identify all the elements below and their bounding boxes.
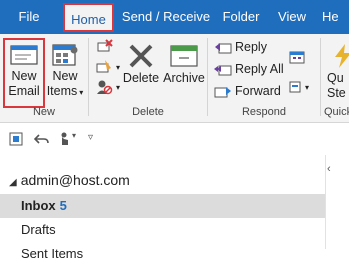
reply-button[interactable]: Reply bbox=[214, 37, 267, 57]
meeting-button[interactable] bbox=[288, 46, 309, 66]
touch-mode-button[interactable]: ▾ bbox=[58, 131, 76, 152]
group-label-new: New bbox=[32, 106, 55, 118]
new-email-line1: New bbox=[11, 69, 37, 83]
archive-icon bbox=[170, 45, 198, 67]
folder-name: Inbox bbox=[21, 198, 56, 213]
quick-steps-button[interactable]: Qu Ste bbox=[327, 38, 349, 108]
new-email-line2: Email bbox=[8, 84, 40, 98]
tab-send-receive[interactable]: Send / Receive bbox=[119, 0, 213, 34]
ribbon-group-new: New Email New Items ▾ New bbox=[0, 34, 88, 122]
clean-up-icon bbox=[96, 59, 111, 73]
chevron-down-icon: ▾ bbox=[305, 83, 310, 92]
reply-all-button[interactable]: Reply All bbox=[214, 59, 284, 79]
group-label-delete: Delete bbox=[132, 106, 164, 118]
new-items-icon bbox=[52, 44, 78, 66]
delete-x-icon bbox=[129, 44, 153, 68]
junk-button[interactable]: ▾ bbox=[95, 76, 120, 96]
ignore-icon bbox=[97, 38, 113, 52]
folder-name: Drafts bbox=[21, 222, 56, 237]
new-items-line1: New bbox=[52, 69, 78, 83]
forward-button[interactable]: Forward bbox=[214, 81, 281, 101]
clean-up-button[interactable]: ▾ bbox=[95, 56, 120, 76]
account-email: admin@host.com bbox=[20, 172, 130, 188]
more-respond-icon bbox=[289, 81, 301, 93]
unread-count-badge: 5 bbox=[59, 198, 67, 213]
account-header[interactable]: ◢ admin@host.com bbox=[9, 172, 130, 188]
tab-help[interactable]: He bbox=[322, 0, 349, 34]
ribbon-group-respond: Reply Reply All Forward ▾ Respond bbox=[208, 34, 320, 122]
ribbon-group-quick-steps: Qu Ste Quick bbox=[321, 34, 349, 122]
folder-drafts[interactable]: Drafts bbox=[0, 218, 325, 242]
delete-button[interactable]: Delete bbox=[122, 38, 160, 108]
expand-triangle-icon: ◢ bbox=[9, 177, 17, 188]
send-receive-all-button[interactable] bbox=[8, 131, 24, 152]
quick-steps-line1: Qu bbox=[327, 71, 344, 85]
menu-bar: File Home Send / Receive Folder View He bbox=[0, 0, 349, 34]
delete-label: Delete bbox=[122, 71, 160, 85]
folder-sent-items[interactable]: Sent Items bbox=[0, 242, 325, 266]
group-label-quick-steps: Quick bbox=[324, 106, 349, 118]
reply-icon bbox=[215, 42, 232, 54]
undo-button[interactable] bbox=[33, 131, 50, 152]
archive-label: Archive bbox=[163, 71, 205, 85]
new-email-button[interactable]: New Email bbox=[3, 38, 45, 108]
new-items-line2: Items bbox=[46, 84, 78, 98]
chevron-down-icon: ▾ bbox=[116, 83, 121, 92]
meeting-icon bbox=[289, 51, 305, 64]
undo-icon bbox=[33, 134, 49, 144]
reply-all-label: Reply All bbox=[235, 62, 284, 76]
more-respond-button[interactable]: ▾ bbox=[288, 76, 309, 96]
customize-icon: ▿ bbox=[88, 132, 94, 143]
ribbon-group-delete: ▾ ▾ Delete Archive Delete bbox=[89, 34, 207, 122]
pane-divider bbox=[325, 155, 326, 249]
tab-home[interactable]: Home bbox=[63, 3, 114, 32]
quick-access-toolbar: ▾ ▿ bbox=[0, 123, 349, 155]
chevron-down-icon: ▾ bbox=[72, 131, 77, 140]
tab-folder[interactable]: Folder bbox=[218, 0, 264, 34]
tab-file[interactable]: File bbox=[6, 0, 52, 34]
chevron-left-icon: ‹ bbox=[327, 163, 331, 175]
chevron-down-icon: ▾ bbox=[79, 88, 84, 97]
forward-label: Forward bbox=[235, 84, 281, 98]
forward-icon bbox=[214, 86, 231, 98]
folder-pane: ‹ ◢ admin@host.com Inbox 5 Drafts Sent Ite… bbox=[0, 155, 349, 261]
folder-name: Sent Items bbox=[21, 246, 84, 261]
ignore-button[interactable] bbox=[95, 36, 116, 56]
send-receive-icon bbox=[9, 132, 23, 146]
envelope-icon bbox=[10, 45, 38, 65]
new-items-button[interactable]: New Items ▾ bbox=[46, 38, 84, 108]
touch-icon bbox=[61, 132, 68, 145]
reply-all-icon bbox=[214, 65, 232, 76]
chevron-down-icon: ▾ bbox=[116, 63, 121, 72]
junk-icon bbox=[97, 80, 113, 94]
lightning-icon bbox=[335, 44, 349, 68]
customize-qat-button[interactable]: ▿ bbox=[88, 132, 93, 143]
reply-label: Reply bbox=[235, 40, 267, 54]
folder-inbox[interactable]: Inbox 5 bbox=[0, 194, 325, 218]
collapse-pane-button[interactable]: ‹ bbox=[327, 163, 331, 175]
ribbon: New Email New Items ▾ New ▾ ▾ Delete Arc… bbox=[0, 34, 349, 123]
group-label-respond: Respond bbox=[241, 106, 287, 118]
quick-steps-line2: Ste bbox=[327, 86, 346, 100]
tab-view[interactable]: View bbox=[272, 0, 312, 34]
archive-button[interactable]: Archive bbox=[162, 38, 206, 108]
